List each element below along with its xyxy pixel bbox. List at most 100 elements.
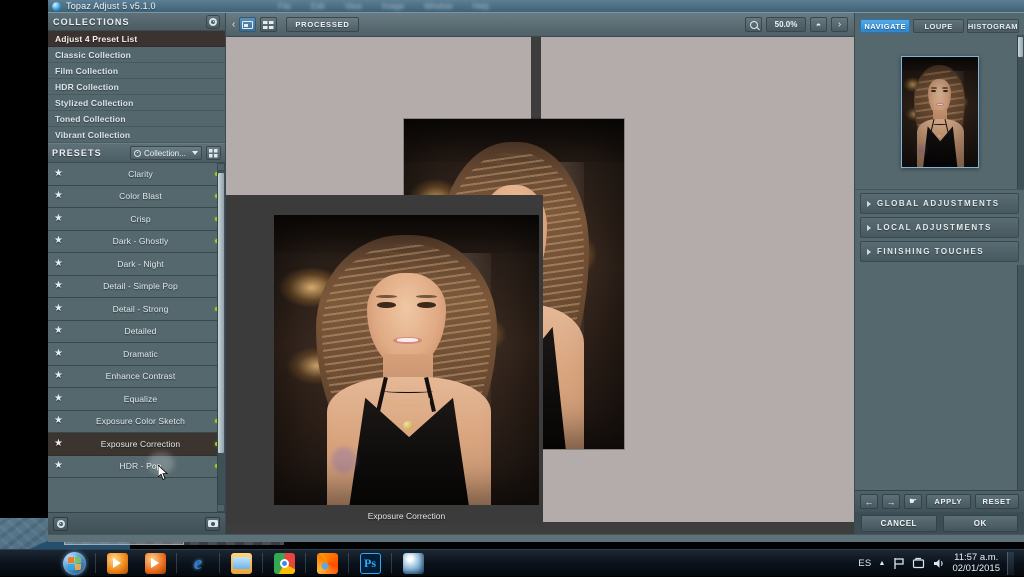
favorite-star-icon[interactable]: ★ xyxy=(54,371,66,381)
action-center-icon[interactable] xyxy=(912,557,925,570)
scrollbar-thumb[interactable] xyxy=(218,173,224,453)
preset-row[interactable]: ★ Color Blast xyxy=(48,186,225,208)
scroll-up-arrow-icon[interactable] xyxy=(217,163,225,171)
right-sidebar: NAVIGATE LOUPE HISTOGRAM GLOBAL ADJUSTME… xyxy=(854,13,1024,534)
menu-item-edit[interactable]: Edit xyxy=(311,2,325,11)
taskbar-item-windows-media-player[interactable] xyxy=(98,551,136,576)
menu-item-image[interactable]: Image xyxy=(382,2,404,11)
redo-button[interactable]: → xyxy=(882,494,900,509)
taskbar-clock[interactable]: 11:57 a.m. 02/01/2015 xyxy=(952,552,1000,574)
preset-row[interactable]: ★ Dark - Night xyxy=(48,253,225,276)
preset-row[interactable]: ★ Detail - Strong xyxy=(48,298,225,321)
collection-item-toned[interactable]: Toned Collection xyxy=(48,111,225,127)
host-app-menubar[interactable]: File Edit View Image Window Help xyxy=(270,0,730,12)
favorite-star-icon[interactable]: ★ xyxy=(54,438,66,449)
zoom-level-value[interactable]: 50.0% xyxy=(766,17,806,32)
quad-view-button[interactable] xyxy=(260,17,278,32)
preset-row[interactable]: ★ Equalize xyxy=(48,388,225,411)
section-finishing-touches[interactable]: FINISHING TOUCHES xyxy=(860,241,1019,262)
section-global-adjustments[interactable]: GLOBAL ADJUSTMENTS xyxy=(860,193,1019,214)
collection-dropdown[interactable]: Collection... xyxy=(130,146,202,160)
chevron-left-icon[interactable]: ‹ xyxy=(232,19,235,30)
preset-row[interactable]: ★ HDR - Pop xyxy=(48,456,225,478)
favorite-star-icon[interactable]: ★ xyxy=(54,168,66,179)
preview-toggle-button[interactable]: ☛ xyxy=(904,494,922,509)
favorite-star-icon[interactable]: ★ xyxy=(54,281,66,291)
favorite-star-icon[interactable]: ★ xyxy=(54,213,66,224)
menu-item-help[interactable]: Help xyxy=(473,2,489,11)
preset-row-selected[interactable]: ★ Exposure Correction xyxy=(48,433,225,456)
image-canvas[interactable]: Exposure Correction xyxy=(226,37,854,534)
taskbar-item-google-chrome[interactable] xyxy=(265,551,303,576)
taskbar-item-file-explorer[interactable] xyxy=(222,551,260,576)
preset-row[interactable]: ★ Clarity xyxy=(48,163,225,186)
taskbar-item-adobe-photoshop[interactable]: Ps xyxy=(351,551,389,576)
preview-image-processed[interactable] xyxy=(274,215,539,505)
navigator-thumbnail[interactable] xyxy=(900,56,979,168)
favorite-star-icon[interactable]: ★ xyxy=(54,191,66,201)
preset-row[interactable]: ★ Exposure Color Sketch xyxy=(48,411,225,433)
favorite-star-icon[interactable]: ★ xyxy=(54,236,66,246)
grid-view-button[interactable] xyxy=(206,146,221,160)
section-local-adjustments[interactable]: LOCAL ADJUSTMENTS xyxy=(860,217,1019,238)
collection-item-film[interactable]: Film Collection xyxy=(48,63,225,79)
collection-item-hdr[interactable]: HDR Collection xyxy=(48,79,225,95)
favorite-star-icon[interactable]: ★ xyxy=(54,303,66,314)
scroll-down-arrow-icon[interactable] xyxy=(217,504,225,512)
menu-item-view[interactable]: View xyxy=(345,2,362,11)
fit-to-screen-button[interactable]: ◓ xyxy=(810,17,827,32)
single-view-button[interactable] xyxy=(239,17,257,32)
zoom-tool-button[interactable] xyxy=(745,17,762,32)
preset-settings-button[interactable] xyxy=(53,516,68,531)
navigator-scrollbar[interactable] xyxy=(1017,35,1024,189)
speaker-icon[interactable] xyxy=(932,557,945,570)
taskbar-item-browser-globe[interactable] xyxy=(394,551,432,576)
taskbar-item-office-app[interactable] xyxy=(136,551,174,576)
apply-button[interactable]: APPLY xyxy=(926,494,971,509)
reset-button[interactable]: RESET xyxy=(974,494,1019,509)
taskbar-item-internet-explorer[interactable]: e xyxy=(179,551,217,576)
presets-list[interactable]: ★ Clarity ★ Color Blast ★ Crisp ★ Dark -… xyxy=(48,163,225,512)
windows-start-orb-icon xyxy=(62,551,86,575)
start-button[interactable] xyxy=(55,550,93,576)
favorite-star-icon[interactable]: ★ xyxy=(54,393,66,404)
chevron-up-icon[interactable]: ▲ xyxy=(879,560,886,567)
next-panel-button[interactable]: › xyxy=(831,17,848,32)
show-desktop-button[interactable] xyxy=(1007,551,1014,575)
scrollbar-thumb[interactable] xyxy=(1018,37,1023,57)
network-flag-icon[interactable] xyxy=(892,557,905,570)
tab-histogram[interactable]: HISTOGRAM xyxy=(966,19,1020,33)
preset-row[interactable]: ★ Dramatic xyxy=(48,343,225,366)
collection-item-stylized[interactable]: Stylized Collection xyxy=(48,95,225,111)
favorite-star-icon[interactable]: ★ xyxy=(54,416,66,426)
preset-snapshot-button[interactable] xyxy=(205,516,220,531)
collection-item-classic[interactable]: Classic Collection xyxy=(48,47,225,63)
processed-toggle-button[interactable]: PROCESSED xyxy=(286,17,359,32)
collection-item-adjust4[interactable]: Adjust 4 Preset List xyxy=(48,31,225,47)
tab-navigate[interactable]: NAVIGATE xyxy=(860,19,911,33)
presets-scrollbar[interactable] xyxy=(217,163,225,512)
taskbar-item-mozilla-firefox[interactable] xyxy=(308,551,346,576)
favorite-star-icon[interactable]: ★ xyxy=(54,258,66,269)
collections-settings-button[interactable] xyxy=(206,14,220,29)
cancel-button[interactable]: CANCEL xyxy=(861,514,937,532)
right-panel-scrollbar[interactable] xyxy=(1017,265,1024,490)
favorite-star-icon[interactable]: ★ xyxy=(54,348,66,359)
taskbar-divider xyxy=(262,553,263,573)
preset-row[interactable]: ★ Detailed xyxy=(48,321,225,343)
collection-item-vibrant[interactable]: Vibrant Collection xyxy=(48,127,225,143)
favorite-star-icon[interactable]: ★ xyxy=(54,461,66,471)
ok-button[interactable]: OK xyxy=(942,514,1018,532)
preset-row[interactable]: ★ Detail - Simple Pop xyxy=(48,276,225,298)
collection-label: Vibrant Collection xyxy=(55,129,131,140)
menu-item-file[interactable]: File xyxy=(278,2,291,11)
tray-language[interactable]: ES xyxy=(858,558,871,569)
preset-row[interactable]: ★ Enhance Contrast xyxy=(48,366,225,388)
menu-item-window[interactable]: Window xyxy=(424,2,452,11)
preset-row[interactable]: ★ Crisp xyxy=(48,208,225,231)
preset-row[interactable]: ★ Dark - Ghostly xyxy=(48,231,225,253)
tab-loupe[interactable]: LOUPE xyxy=(913,19,964,33)
navigator-panel[interactable] xyxy=(855,35,1024,190)
undo-button[interactable]: ← xyxy=(860,494,878,509)
favorite-star-icon[interactable]: ★ xyxy=(54,326,66,336)
